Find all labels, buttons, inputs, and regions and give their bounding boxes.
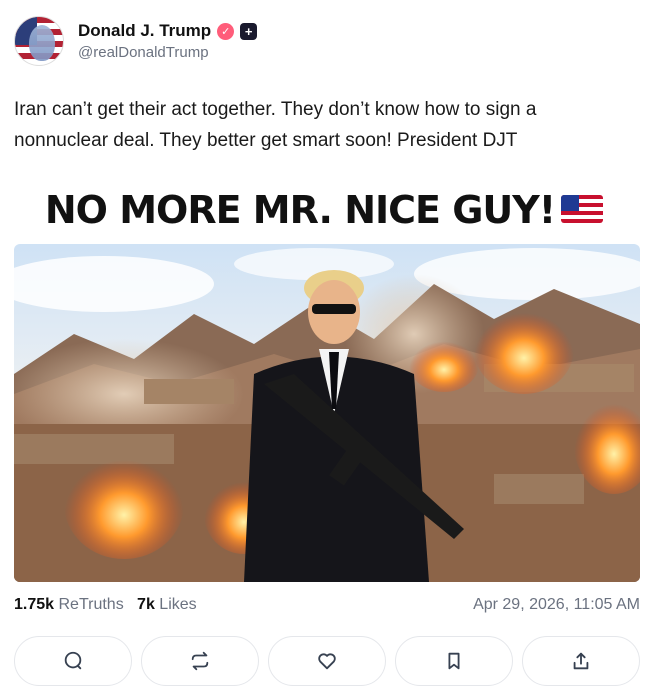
retruths-label: ReTruths: [58, 596, 124, 613]
post-image[interactable]: [14, 244, 640, 582]
like-icon: [318, 653, 336, 670]
bookmark-button[interactable]: [395, 636, 513, 686]
action-bar: [14, 636, 640, 686]
retruth-button[interactable]: [141, 636, 259, 686]
likes-stat[interactable]: 7k Likes: [137, 596, 197, 613]
likes-label: Likes: [159, 596, 197, 613]
reply-button[interactable]: [14, 636, 132, 686]
likes-count: 7k: [137, 596, 155, 613]
share-icon: [573, 652, 589, 670]
retruth-icon: [191, 651, 209, 671]
retruths-count: 1.75k: [14, 596, 55, 613]
retruths-stat[interactable]: 1.75k ReTruths: [14, 596, 124, 613]
media-headline-text: NO MORE MR. NICE GUY!: [44, 188, 556, 232]
avatar-portrait: [29, 25, 55, 61]
avatar[interactable]: [14, 16, 64, 66]
post-header: Donald J. Trump ✓ + @realDonaldTrump: [14, 16, 258, 66]
author-info: Donald J. Trump ✓ + @realDonaldTrump: [78, 21, 258, 61]
author-display-name[interactable]: Donald J. Trump: [78, 21, 211, 41]
author-handle[interactable]: @realDonaldTrump: [78, 44, 257, 61]
verified-badge-icon: ✓: [217, 22, 235, 40]
bookmark-icon: [448, 652, 460, 670]
post-timestamp[interactable]: Apr 29, 2026, 11:05 AM: [473, 596, 640, 614]
us-flag-icon: [561, 194, 604, 223]
post-stats: 1.75k ReTruths 7k Likes: [14, 596, 197, 614]
post-text: Iran can’t get their act together. They …: [14, 99, 537, 151]
media-headline: NO MORE MR. NICE GUY!: [0, 188, 648, 232]
plus-badge-icon: +: [240, 22, 258, 40]
post-image-illustration: [14, 248, 640, 582]
share-button[interactable]: [522, 636, 640, 686]
name-row: Donald J. Trump ✓ +: [78, 21, 258, 41]
reply-icon: [64, 651, 82, 670]
like-button[interactable]: [268, 636, 386, 686]
